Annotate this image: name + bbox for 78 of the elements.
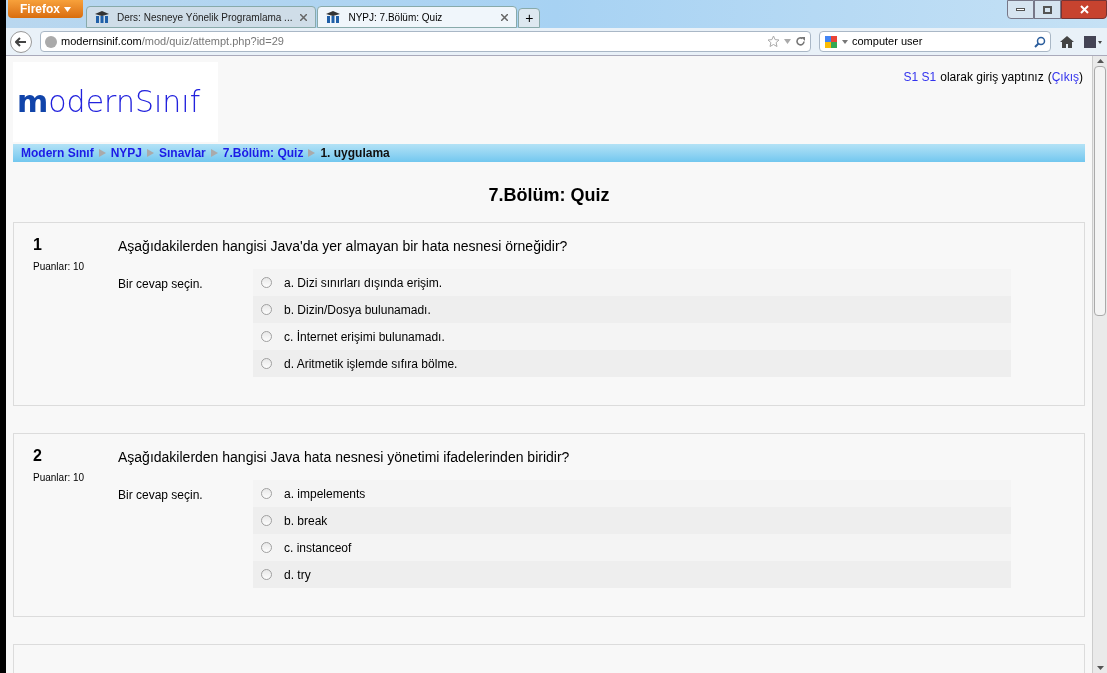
- close-icon[interactable]: [300, 13, 308, 21]
- radio-button[interactable]: [261, 488, 272, 499]
- option-label: a. impelements: [284, 485, 366, 503]
- question-number: 2: [33, 446, 43, 466]
- site-logo: modernSınıf: [13, 62, 218, 142]
- user-link[interactable]: S1 S1: [903, 68, 937, 86]
- search-field[interactable]: computer user: [819, 31, 1051, 52]
- caret-icon: [64, 6, 71, 12]
- points-label: Puanlar: 10: [33, 260, 86, 274]
- separator-icon: [210, 149, 218, 157]
- maximize-button[interactable]: [1034, 0, 1061, 19]
- tab-title: NYPJ: 7.Bölüm: Quiz: [348, 10, 443, 25]
- points-label: Puanlar: 10: [33, 471, 86, 485]
- parenthesis: ): [1079, 69, 1083, 86]
- radio-button[interactable]: [261, 304, 272, 315]
- option-label: b. Dizin/Dosya bulunamadı.: [284, 301, 431, 319]
- browser-tab[interactable]: NYPJ: 7.Bölüm: Quiz: [317, 6, 518, 28]
- breadcrumb-link[interactable]: 7.Bölüm: Quiz: [222, 144, 304, 162]
- search-icon[interactable]: [1034, 35, 1046, 48]
- answer-option[interactable]: d. try: [253, 561, 1011, 588]
- question-number: 1: [33, 235, 43, 255]
- close-button[interactable]: [1061, 0, 1107, 19]
- caret-icon[interactable]: [842, 39, 848, 44]
- answer-option[interactable]: c. instanceof: [253, 534, 1011, 561]
- globe-icon: [45, 35, 57, 48]
- question-text: Aşağıdakilerden hangisi Java'da yer almayan bir hata nesnesi örneğidir?: [118, 237, 569, 256]
- scroll-up-icon[interactable]: [1096, 59, 1104, 63]
- option-label: d. Aritmetik işlemde sıfıra bölme.: [284, 355, 458, 373]
- answer-option[interactable]: b. Dizin/Dosya bulunamadı.: [253, 296, 1011, 323]
- answer-prompt: Bir cevap seçin.: [118, 276, 204, 293]
- minimize-button[interactable]: [1007, 0, 1034, 19]
- option-label: c. instanceof: [284, 539, 352, 557]
- separator-icon: [308, 149, 316, 157]
- home-icon[interactable]: [1059, 34, 1075, 49]
- radio-button[interactable]: [261, 515, 272, 526]
- quiz-title: 7.Bölüm: Quiz: [487, 184, 611, 207]
- address-field[interactable]: modernsinif.com/mod/quiz/attempt.php?id=29: [40, 31, 811, 52]
- option-label: c. İnternet erişimi bulunamadı.: [284, 328, 445, 346]
- parenthesis: (: [1047, 69, 1052, 86]
- scroll-down-icon[interactable]: [1096, 666, 1104, 670]
- close-icon[interactable]: [501, 13, 509, 21]
- answer-option[interactable]: b. break: [253, 507, 1011, 534]
- login-status-text: olarak giriş yaptınız: [940, 69, 1044, 86]
- separator-icon: [147, 149, 155, 157]
- breadcrumb-link[interactable]: Modern Sınıf: [21, 144, 94, 162]
- radio-button[interactable]: [261, 277, 272, 288]
- radio-button[interactable]: [261, 331, 272, 342]
- answer-option[interactable]: c. İnternet erişimi bulunamadı.: [253, 323, 1011, 350]
- scrollbar-thumb[interactable]: [1094, 66, 1106, 316]
- back-arrow-icon: [15, 36, 27, 47]
- search-text: computer user: [852, 34, 923, 50]
- breadcrumb-link[interactable]: Sınavlar: [159, 144, 206, 162]
- option-label: d. try: [284, 566, 311, 584]
- url-text: modernsinif.com/mod/quiz/attempt.php?id=29: [61, 34, 284, 50]
- back-button[interactable]: [10, 30, 32, 53]
- caret-icon[interactable]: [784, 39, 791, 44]
- google-icon: [824, 34, 838, 49]
- reload-icon[interactable]: [795, 36, 806, 47]
- answer-option[interactable]: a. impelements: [253, 480, 1011, 507]
- close-icon: [1079, 5, 1089, 14]
- radio-button[interactable]: [261, 542, 272, 553]
- breadcrumb-link[interactable]: NYPJ: [110, 144, 143, 162]
- tab-title: Ders: Nesneye Yönelik Programlama ...: [117, 10, 293, 25]
- answer-prompt: Bir cevap seçin.: [118, 487, 204, 504]
- scrollbar[interactable]: [1092, 56, 1107, 673]
- radio-button[interactable]: [261, 569, 272, 580]
- answer-option[interactable]: d. Aritmetik işlemde sıfıra bölme.: [253, 350, 1011, 377]
- option-label: a. Dizi sınırları dışında erişim.: [284, 274, 443, 292]
- new-tab-button[interactable]: +: [518, 8, 541, 28]
- breadcrumb-current: 1. uygulama: [320, 145, 390, 162]
- browser-tab[interactable]: Ders: Nesneye Yönelik Programlama ...: [86, 6, 317, 28]
- option-label: b. break: [284, 512, 328, 530]
- answer-option[interactable]: a. Dizi sınırları dışında erişim.: [253, 269, 1011, 296]
- separator-icon: [98, 149, 106, 157]
- question-text: Aşağıdakilerden hangisi Java hata nesnesi yönetimi ifadelerinden biridir?: [118, 448, 571, 467]
- logout-link[interactable]: Çıkış: [1051, 68, 1079, 86]
- star-icon[interactable]: [767, 35, 780, 48]
- radio-button[interactable]: [261, 358, 272, 369]
